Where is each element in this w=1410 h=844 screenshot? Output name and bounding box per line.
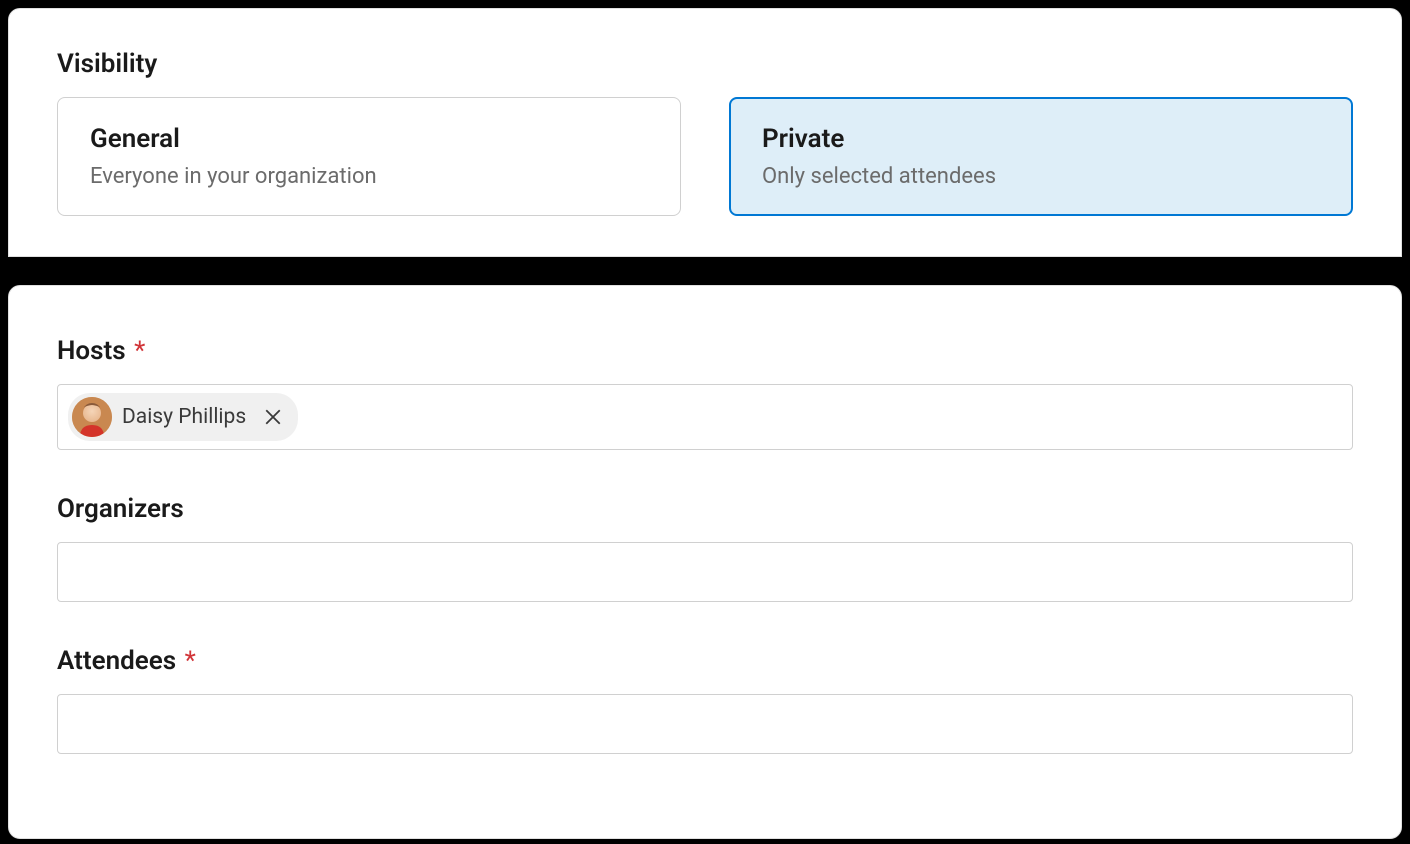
required-asterisk: *	[185, 646, 196, 676]
hosts-input-container[interactable]: Daisy Phillips	[57, 384, 1353, 450]
hosts-input[interactable]	[304, 397, 1342, 437]
person-name: Daisy Phillips	[122, 405, 246, 429]
person-chip: Daisy Phillips	[68, 393, 298, 441]
visibility-label: Visibility	[57, 49, 1353, 79]
visibility-option-general[interactable]: General Everyone in your organization	[57, 97, 681, 216]
visibility-private-description: Only selected attendees	[762, 164, 1320, 189]
visibility-general-title: General	[90, 124, 648, 154]
organizers-field-group: Organizers	[57, 494, 1353, 602]
close-icon	[264, 408, 282, 426]
organizers-input-container[interactable]	[57, 542, 1353, 602]
visibility-option-private[interactable]: Private Only selected attendees	[729, 97, 1353, 216]
visibility-private-title: Private	[762, 124, 1320, 154]
attendees-label-text: Attendees	[57, 646, 176, 676]
organizers-input[interactable]	[68, 552, 1342, 592]
attendees-input[interactable]	[68, 704, 1342, 744]
required-asterisk: *	[134, 336, 145, 366]
people-section: Hosts *	[8, 285, 1402, 839]
remove-chip-button[interactable]	[260, 404, 286, 430]
visibility-options: General Everyone in your organization Pr…	[57, 97, 1353, 216]
organizers-label-text: Organizers	[57, 494, 184, 524]
hosts-label: Hosts *	[57, 336, 1353, 366]
attendees-field-group: Attendees *	[57, 646, 1353, 754]
visibility-general-description: Everyone in your organization	[90, 164, 648, 189]
organizers-label: Organizers	[57, 494, 1353, 524]
avatar	[72, 397, 112, 437]
visibility-section: Visibility General Everyone in your orga…	[8, 8, 1402, 257]
hosts-label-text: Hosts	[57, 336, 126, 366]
hosts-field-group: Hosts *	[57, 336, 1353, 450]
attendees-label: Attendees *	[57, 646, 1353, 676]
attendees-input-container[interactable]	[57, 694, 1353, 754]
